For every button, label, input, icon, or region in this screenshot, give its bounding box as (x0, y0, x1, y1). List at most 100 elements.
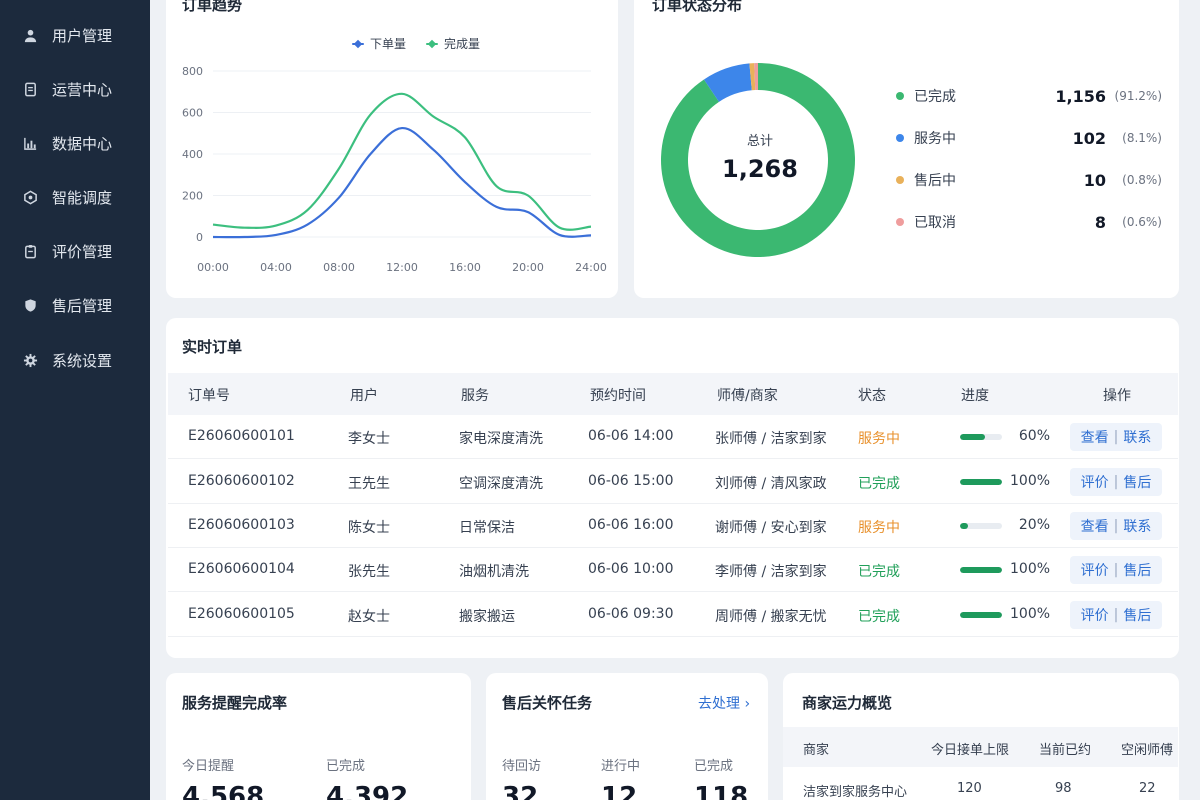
progress-percent: 100% (1010, 561, 1051, 577)
status-percent: (91.2%) (1114, 89, 1162, 103)
y-tick-label: 600 (182, 107, 203, 120)
status-dot (896, 134, 904, 142)
table-row[interactable]: E26060600105 赵女士 搬家搬运 06-06 09:30 周师傅 / 搬家无忧… (168, 593, 1178, 637)
order-user: 陈女士 (348, 520, 390, 536)
y-tick-label: 400 (182, 148, 203, 161)
status-legend-item[interactable]: 服务中 102 (8.1%) (896, 127, 1162, 149)
status-count: 10 (1083, 170, 1106, 190)
series-line-completed (212, 92, 592, 231)
order-trend-chart: 800 600 400 200 0 00:00 04:00 08:00 12:00 16:00 20… (182, 65, 607, 274)
action-primary-button[interactable]: 查看 (1081, 427, 1109, 447)
x-tick-label: 04:00 (260, 261, 292, 274)
progress-fill (960, 479, 1002, 485)
sidebar-item-after-sales[interactable]: 售后管理 (22, 293, 112, 317)
bar-chart-icon (22, 135, 38, 151)
mth-idle: 空闲师傅 (1121, 743, 1174, 758)
action-secondary-button[interactable]: 售后 (1123, 472, 1151, 492)
mth-booked: 当前已约 (1039, 743, 1092, 758)
aftercare-inprogress-value: 12 (601, 782, 638, 800)
table-row[interactable]: E26060600103 陈女士 日常保洁 06-06 16:00 谢师傅 / 安心到家… (168, 504, 1178, 548)
process-link-label: 去处理 (698, 696, 740, 712)
action-divider: | (1113, 518, 1119, 534)
y-tick-label: 200 (182, 190, 203, 203)
donut-center: 总计 1,268 (710, 130, 810, 183)
action-divider: | (1113, 429, 1119, 445)
order-actions: 评价 | 售后 (1070, 556, 1162, 584)
legend-item-completed[interactable]: 完成量 (426, 35, 480, 52)
sidebar-item-data-center[interactable]: 数据中心 (22, 131, 112, 155)
action-primary-button[interactable]: 评价 (1081, 560, 1109, 580)
order-service: 搬家搬运 (459, 609, 515, 625)
sidebar-item-operations[interactable]: 运营中心 (22, 77, 112, 101)
sidebar-item-smart-dispatch[interactable]: 智能调度 (22, 185, 112, 209)
progress-percent: 100% (1010, 606, 1051, 622)
x-tick-label: 08:00 (323, 261, 355, 274)
donut-total-value: 1,268 (722, 155, 798, 183)
th-user: 用户 (350, 388, 378, 404)
progress-bar (960, 479, 1002, 485)
order-id: E26060600103 (188, 517, 295, 533)
donut-total-label: 总计 (746, 134, 773, 149)
clipboard-icon (22, 243, 38, 259)
order-service: 家电深度清洗 (459, 431, 543, 447)
mth-daily-limit: 今日接单上限 (931, 743, 1010, 758)
sidebar-item-label: 智能调度 (52, 188, 113, 207)
merchant-capacity-title: 商家运力概览 (802, 694, 893, 712)
progress-fill (960, 434, 986, 440)
aftercare-title: 售后关怀任务 (502, 694, 593, 712)
aftercare-done-label: 已完成 (694, 759, 734, 774)
status-legend-item[interactable]: 已取消 8 (0.6%) (896, 211, 1162, 233)
action-divider: | (1113, 607, 1119, 623)
order-actions: 评价 | 售后 (1070, 468, 1162, 496)
x-tick-label: 20:00 (512, 261, 544, 274)
merchant-name: 洁家到家服务中心 (803, 785, 908, 800)
th-actions: 操作 (1103, 388, 1131, 404)
action-secondary-button[interactable]: 售后 (1123, 605, 1151, 625)
sidebar: 用户管理 运营中心 数据中心 智能调度 评价管理 售后管理 系统设置 (0, 0, 150, 800)
progress-fill (960, 523, 969, 529)
table-row[interactable]: E26060600101 李女士 家电深度清洗 06-06 14:00 张师傅 / 洁家… (168, 415, 1178, 459)
sidebar-item-label: 用户管理 (52, 26, 113, 45)
order-status-badge: 服务中 (858, 520, 900, 536)
order-status-title: 订单状态分布 (652, 0, 743, 14)
action-secondary-button[interactable]: 联系 (1123, 427, 1151, 447)
th-provider: 师傅/商家 (717, 388, 778, 404)
table-row[interactable]: E26060600102 王先生 空调深度清洗 06-06 15:00 刘师傅 / 清风… (168, 460, 1178, 504)
order-id: E26060600104 (188, 561, 295, 577)
x-tick-label: 12:00 (386, 261, 418, 274)
merchant-booked: 98 (1055, 781, 1072, 796)
action-primary-button[interactable]: 评价 (1081, 472, 1109, 492)
order-user: 李女士 (348, 431, 390, 447)
action-secondary-button[interactable]: 售后 (1123, 560, 1151, 580)
order-status-badge: 服务中 (858, 431, 900, 447)
action-primary-button[interactable]: 查看 (1081, 516, 1109, 536)
action-primary-button[interactable]: 评价 (1081, 605, 1109, 625)
status-dot (896, 176, 904, 184)
order-user: 张先生 (348, 564, 390, 580)
status-percent: (8.1%) (1122, 131, 1162, 145)
action-divider: | (1113, 562, 1119, 578)
legend-label: 完成量 (444, 37, 481, 51)
order-status-badge: 已完成 (858, 609, 900, 625)
order-provider: 张师傅 / 洁家到家 (715, 431, 827, 447)
table-row[interactable]: E26060600104 张先生 油烟机清洗 06-06 10:00 李师傅 / 洁家到… (168, 548, 1178, 592)
th-time: 预约时间 (590, 388, 646, 404)
sidebar-item-label: 运营中心 (52, 80, 113, 99)
sidebar-item-settings[interactable]: 系统设置 (22, 348, 112, 372)
merchant-table-header: 商家 今日接单上限 当前已约 空闲师傅 (783, 727, 1178, 767)
status-name: 已取消 (914, 215, 956, 231)
legend-item-orders[interactable]: 下单量 (352, 35, 406, 52)
order-actions: 查看 | 联系 (1070, 512, 1162, 540)
action-secondary-button[interactable]: 联系 (1123, 516, 1151, 536)
order-service: 油烟机清洗 (459, 564, 529, 580)
status-name: 售后中 (914, 173, 956, 189)
sidebar-item-reviews[interactable]: 评价管理 (22, 239, 112, 263)
series-line-orders (212, 126, 592, 239)
order-provider: 周师傅 / 搬家无忧 (715, 609, 827, 625)
status-name: 已完成 (914, 89, 956, 105)
process-link[interactable]: 去处理 › (698, 693, 750, 713)
sidebar-item-user-management[interactable]: 用户管理 (22, 23, 112, 47)
status-legend-item[interactable]: 售后中 10 (0.8%) (896, 169, 1162, 191)
sidebar-item-label: 评价管理 (52, 242, 113, 261)
status-legend-item[interactable]: 已完成 1,156 (91.2%) (896, 85, 1162, 107)
